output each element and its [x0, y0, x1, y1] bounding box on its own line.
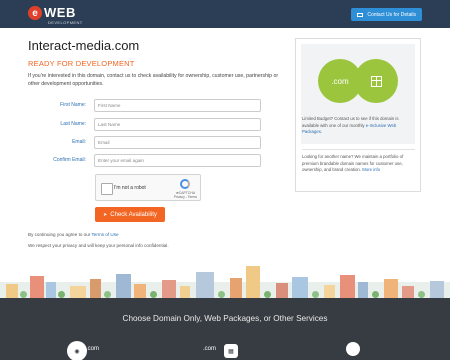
building	[246, 266, 260, 298]
gift-icon	[370, 75, 382, 87]
contact-us-label: Contact Us for Details	[367, 11, 416, 18]
building	[230, 278, 242, 298]
building	[196, 272, 214, 298]
gift-box-icon[interactable]: ▦	[224, 344, 238, 358]
recaptcha-label: I'm not a robot	[114, 185, 146, 191]
logo-badge: e	[28, 6, 42, 20]
dot-com-badge-text: .com	[331, 76, 349, 86]
contact-us-button[interactable]: Contact Us for Details	[351, 8, 422, 21]
limited-budget-text: Limited Budget? Contact us to see if thi…	[302, 116, 415, 136]
domain-only-label[interactable]: .com	[86, 346, 99, 352]
building	[162, 280, 176, 298]
building	[292, 277, 308, 298]
top-bar: e WEB DEVELOPMENT Contact Us for Details	[0, 0, 450, 28]
tree	[264, 291, 271, 298]
gift-badge	[354, 59, 398, 103]
services-heading: Choose Domain Only, Web Packages, or Oth…	[122, 314, 328, 323]
recaptcha-icon	[180, 179, 190, 189]
first-name-row: First Name:	[28, 99, 264, 113]
tree	[20, 291, 27, 298]
recaptcha-brand: reCAPTCHA Privacy - Terms	[174, 191, 197, 199]
tree	[218, 291, 225, 298]
building	[70, 286, 86, 298]
email-input[interactable]	[94, 136, 261, 149]
building	[324, 285, 335, 298]
building	[358, 282, 368, 298]
panel-divider	[302, 149, 415, 150]
last-name-row: Last Name:	[28, 118, 264, 132]
tree	[150, 291, 157, 298]
status-heading: READY FOR DEVELOPMENT	[28, 59, 135, 68]
tree	[58, 291, 65, 298]
email-row: Email:	[28, 136, 264, 150]
building	[340, 275, 355, 298]
logo-text: WEB	[44, 5, 76, 20]
email-label: Email:	[72, 139, 86, 145]
logo-subtitle: DEVELOPMENT	[48, 20, 83, 25]
building	[116, 274, 131, 298]
logo[interactable]: e WEB DEVELOPMENT	[28, 5, 82, 25]
building	[276, 283, 288, 298]
services-footer: Choose Domain Only, Web Packages, or Oth…	[0, 298, 450, 361]
lightbulb-icon[interactable]	[346, 342, 360, 356]
first-name-label: First Name:	[60, 102, 86, 108]
portfolio-text-body: Looking for another name? We maintain a …	[302, 154, 404, 172]
building	[90, 279, 101, 298]
terms-prefix: By continuing you agree to our	[28, 232, 92, 237]
check-availability-label: Check Availability	[110, 211, 157, 218]
last-name-label: Last Name:	[60, 121, 86, 127]
intro-text: If you're interested in this domain, con…	[28, 73, 279, 87]
portfolio-text: Looking for another name? We maintain a …	[302, 154, 415, 174]
tree	[312, 291, 319, 298]
recaptcha-widget: I'm not a robot reCAPTCHA Privacy - Term…	[95, 174, 201, 201]
web-packages-label[interactable]: .com	[203, 346, 216, 352]
terms-note: By continuing you agree to our Terms of …	[28, 232, 119, 237]
terms-of-use-link[interactable]: Terms of Use	[92, 232, 119, 237]
confirm-email-row: Confirm Email:	[28, 154, 264, 168]
domain-title: Interact-media.com	[28, 38, 140, 53]
privacy-note: We respect your privacy and will keep yo…	[28, 243, 169, 248]
building	[46, 282, 56, 298]
building	[30, 276, 44, 298]
packages-panel: .com Limited Budget? Contact us to see i…	[295, 38, 421, 192]
confirm-email-label: Confirm Email:	[53, 157, 86, 163]
building	[402, 286, 414, 298]
confirm-email-input[interactable]	[94, 154, 261, 167]
tree	[372, 291, 379, 298]
skyline-ground	[0, 282, 450, 298]
envelope-icon	[357, 12, 364, 17]
tree	[104, 291, 111, 298]
last-name-input[interactable]	[94, 118, 261, 131]
tree	[418, 291, 425, 298]
building	[134, 284, 146, 298]
first-name-input[interactable]	[94, 99, 261, 112]
check-availability-button[interactable]: ➤ Check Availability	[95, 207, 165, 222]
city-skyline-illustration	[0, 262, 450, 298]
building	[180, 286, 190, 298]
limited-budget-text-end: .	[320, 129, 323, 134]
globe-icon[interactable]: ◉	[67, 341, 87, 361]
more-info-link[interactable]: More info	[362, 167, 380, 172]
recaptcha-links[interactable]: Privacy - Terms	[174, 195, 197, 199]
building	[384, 279, 398, 298]
arrow-right-icon: ➤	[103, 211, 108, 218]
building	[6, 284, 18, 298]
recaptcha-checkbox[interactable]	[101, 183, 113, 195]
building	[430, 281, 444, 298]
